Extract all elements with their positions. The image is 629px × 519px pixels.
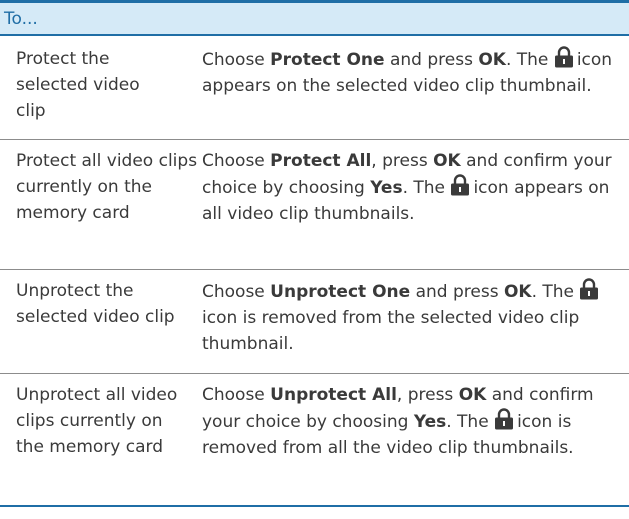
- lock-icon: [580, 278, 599, 300]
- task-cell: Protect the selected video clip: [0, 36, 202, 139]
- ok-word: OK: [458, 385, 487, 405]
- instruction-text: Choose Protect All, press OK and confirm…: [202, 151, 612, 224]
- yes-word: Yes: [370, 178, 403, 198]
- protect-table: To... Protect the selected video clip Ch…: [0, 0, 629, 507]
- table-header: To...: [0, 3, 629, 36]
- option-name: Protect All: [270, 151, 372, 171]
- task-text: Protect all video clips currently on the…: [16, 151, 198, 223]
- task-text: Protect the selected video clip: [16, 49, 140, 121]
- table-row: Unprotect the selected video clip Choose…: [0, 270, 629, 374]
- option-name: Protect One: [270, 50, 385, 70]
- lock-icon: [451, 174, 470, 196]
- instruction-cell: Choose Protect One and press OK. The ico…: [202, 36, 629, 139]
- instruction-text: Choose Unprotect One and press OK. The i…: [202, 278, 625, 357]
- table-row: Protect the selected video clip Choose P…: [0, 36, 629, 140]
- ok-word: OK: [478, 50, 506, 70]
- task-cell: Unprotect all video clips currently on t…: [0, 374, 202, 505]
- ok-word: OK: [433, 151, 461, 171]
- yes-word: Yes: [413, 412, 447, 432]
- table-row: Protect all video clips currently on the…: [0, 140, 629, 270]
- instruction-text: Choose Unprotect All, press OK and confi…: [202, 385, 594, 458]
- instruction-cell: Choose Protect All, press OK and confirm…: [202, 140, 629, 269]
- header-label: To...: [4, 8, 38, 29]
- instruction-cell: Choose Unprotect One and press OK. The i…: [202, 270, 629, 373]
- instruction-text: Choose Protect One and press OK. The ico…: [202, 46, 625, 99]
- option-name: Unprotect One: [270, 282, 411, 302]
- lock-icon: [495, 408, 514, 430]
- task-cell: Protect all video clips currently on the…: [0, 140, 202, 269]
- lock-icon: [554, 46, 573, 68]
- task-cell: Unprotect the selected video clip: [0, 270, 202, 373]
- table-row: Unprotect all video clips currently on t…: [0, 374, 629, 507]
- instruction-cell: Choose Unprotect All, press OK and confi…: [202, 374, 629, 505]
- option-name: Unprotect All: [270, 385, 397, 405]
- task-text: Unprotect the selected video clip: [16, 281, 175, 327]
- ok-word: OK: [503, 282, 532, 302]
- task-text: Unprotect all video clips currently on t…: [16, 385, 178, 457]
